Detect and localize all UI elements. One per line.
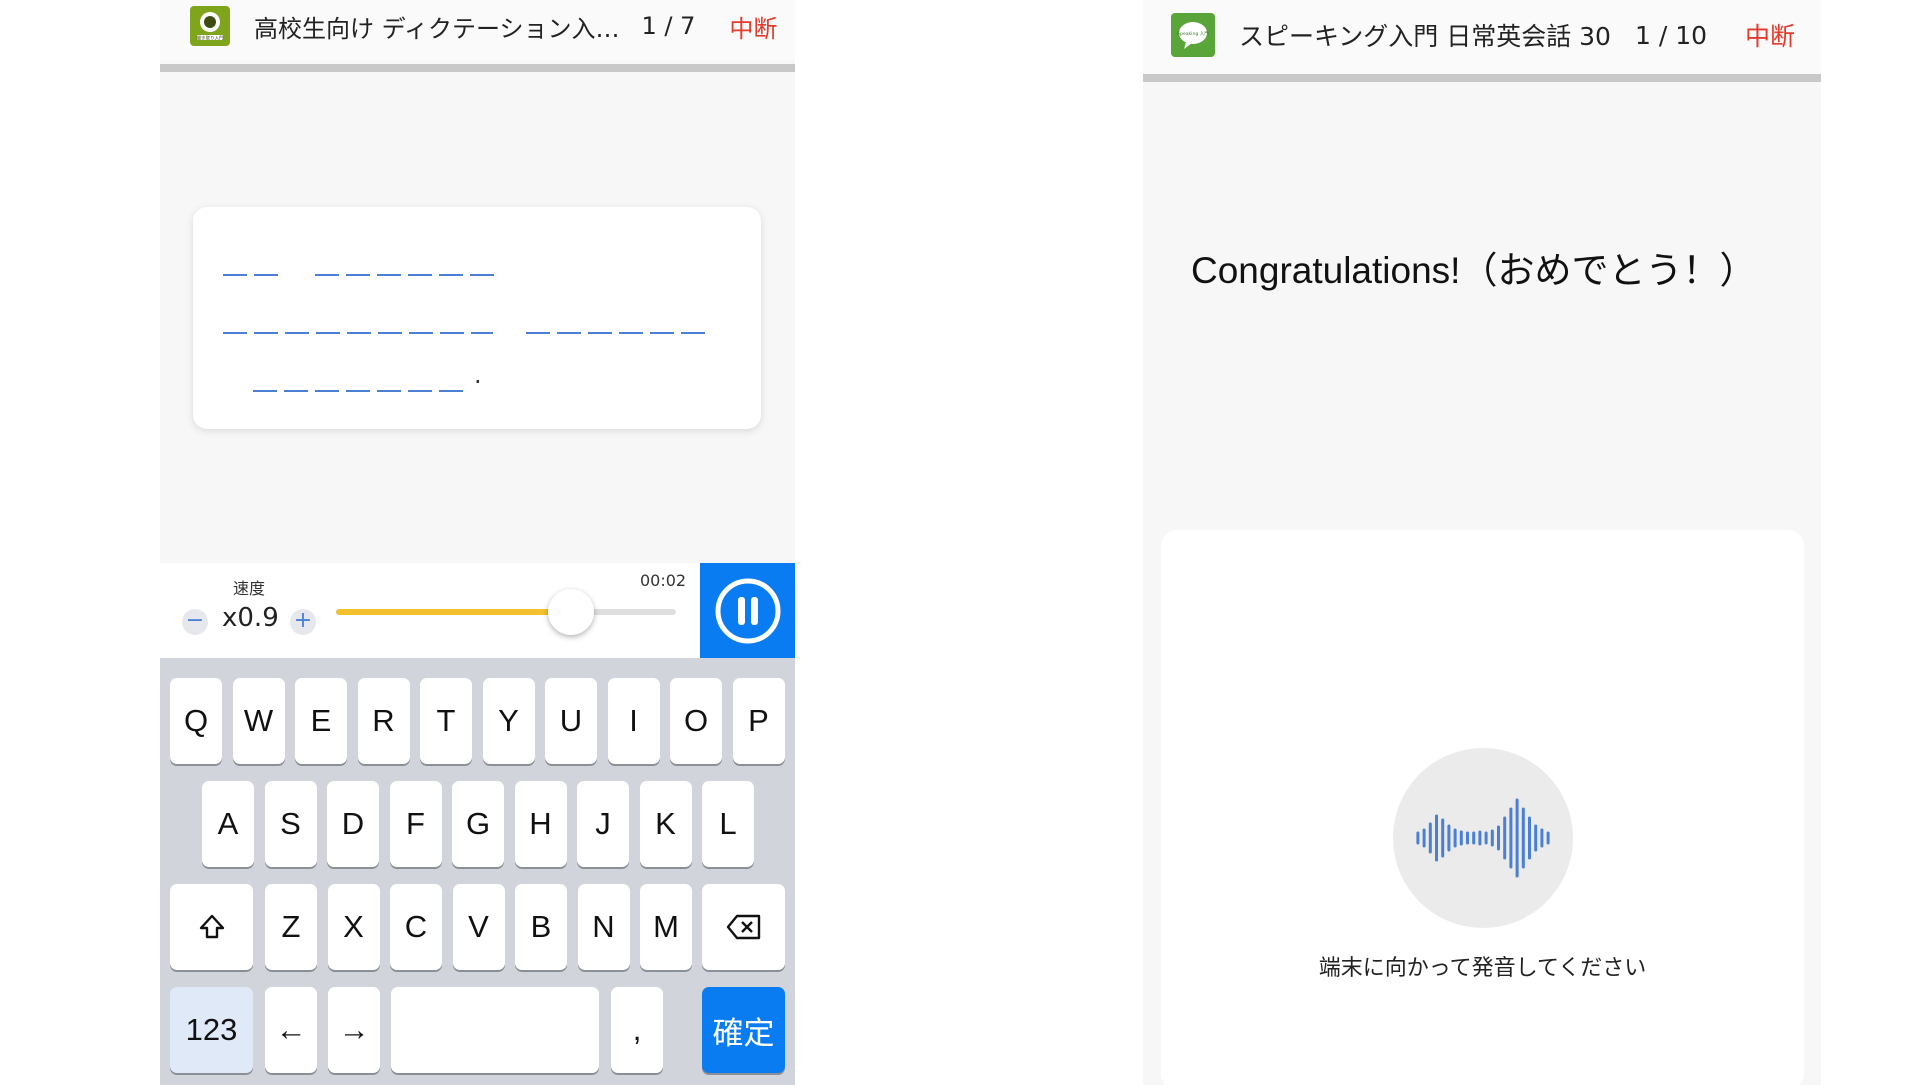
key-a[interactable]: A (202, 781, 254, 867)
playback-progress-fill (336, 609, 571, 615)
voice-waveform-icon (1416, 798, 1550, 878)
key-r[interactable]: R (357, 678, 410, 764)
space-key[interactable] (391, 987, 599, 1073)
speaking-screen: Speaking 入門 スピーキング入門 日常英会話 30 1 / 10 中断 … (1143, 0, 1821, 1085)
key-i[interactable]: I (607, 678, 660, 764)
backspace-icon (726, 914, 760, 940)
speed-label: 速度 (233, 579, 266, 598)
key-m[interactable]: M (640, 884, 692, 970)
question-counter: 1 / 10 (1634, 20, 1708, 50)
left-arrow-key[interactable]: ← (265, 987, 317, 1073)
speech-bubble-icon: Speaking 入門 (1171, 13, 1215, 57)
key-o[interactable]: O (670, 678, 722, 764)
app-icon-caption: 聞き取り入門 (197, 35, 224, 41)
answer-blank[interactable] (223, 274, 281, 276)
key-u[interactable]: U (545, 678, 597, 764)
key-b[interactable]: B (515, 884, 567, 970)
key-v[interactable]: V (452, 884, 505, 970)
key-c[interactable]: C (390, 884, 442, 970)
lesson-title: 高校生向け ディクテーション入… (254, 14, 620, 43)
confirm-key[interactable]: 確定 (702, 987, 785, 1073)
dictation-card: . (193, 207, 761, 429)
key-y[interactable]: Y (482, 678, 535, 764)
target-sentence: Congratulations!（おめでとう！） (1191, 250, 1757, 291)
right-header: Speaking 入門 スピーキング入門 日常英会話 30 1 / 10 中断 (1143, 0, 1821, 82)
keyboard: Q W E R T Y U I O P A S D F G H J K L Z X C V B N M 123 ← →, 確定 (160, 658, 795, 1085)
progress-bar (1143, 74, 1821, 82)
audio-player: 速度 − x0.9 + 00:02 (160, 563, 795, 658)
backspace-key[interactable] (702, 884, 785, 970)
stop-button[interactable]: 中断 (729, 9, 777, 44)
key-z[interactable]: Z (265, 884, 317, 970)
listen-book-icon: 聞き取り入門 (190, 6, 230, 46)
speed-decrease-button[interactable]: − (182, 609, 208, 635)
question-counter: 1 / 7 (641, 12, 696, 40)
instruction-text: 端末に向かって発音してください (1318, 956, 1647, 981)
shift-key[interactable] (170, 884, 253, 970)
speaking-panel: 端末に向かって発音してください (1161, 530, 1804, 1085)
shift-icon (199, 914, 224, 939)
speed-increase-button[interactable]: + (290, 609, 316, 635)
key-j[interactable]: J (577, 781, 629, 867)
key-t[interactable]: T (420, 678, 472, 764)
answer-blank[interactable] (526, 332, 706, 334)
record-button[interactable] (1393, 748, 1573, 928)
lesson-title: スピーキング入門 日常英会話 30 (1239, 22, 1611, 51)
comma-key[interactable]: , (611, 987, 663, 1073)
elapsed-time: 00:02 (640, 571, 687, 590)
answer-blank[interactable] (315, 274, 495, 276)
pause-icon (715, 578, 780, 643)
answer-blank[interactable] (223, 332, 493, 334)
key-e[interactable]: E (295, 678, 347, 764)
sentence-period: . (474, 361, 482, 389)
key-x[interactable]: X (327, 884, 380, 970)
right-arrow-key[interactable]: → (328, 987, 380, 1073)
key-p[interactable]: P (732, 678, 785, 764)
key-l[interactable]: L (702, 781, 754, 867)
dictation-screen: 聞き取り入門 高校生向け ディクテーション入… 1 / 7 中断 . 速度 − … (160, 0, 795, 1085)
key-k[interactable]: K (639, 781, 692, 867)
progress-bar (160, 64, 795, 72)
key-s[interactable]: S (264, 781, 317, 867)
key-d[interactable]: D (327, 781, 379, 867)
stop-button[interactable]: 中断 (1745, 17, 1795, 53)
left-header: 聞き取り入門 高校生向け ディクテーション入… 1 / 7 中断 (160, 0, 795, 72)
key-g[interactable]: G (452, 781, 504, 867)
key-f[interactable]: F (389, 781, 442, 867)
pause-button[interactable] (700, 563, 795, 658)
key-w[interactable]: W (232, 678, 285, 764)
answer-blank[interactable] (253, 390, 465, 392)
slider-thumb[interactable] (547, 589, 594, 635)
key-n[interactable]: N (577, 884, 630, 970)
speed-value: x0.9 (222, 603, 279, 633)
numbers-key[interactable]: 123 (170, 987, 253, 1073)
app-icon-caption: Speaking 入門 (1177, 31, 1209, 37)
playback-slider[interactable] (336, 589, 676, 635)
key-h[interactable]: H (514, 781, 567, 867)
key-q[interactable]: Q (170, 678, 222, 764)
